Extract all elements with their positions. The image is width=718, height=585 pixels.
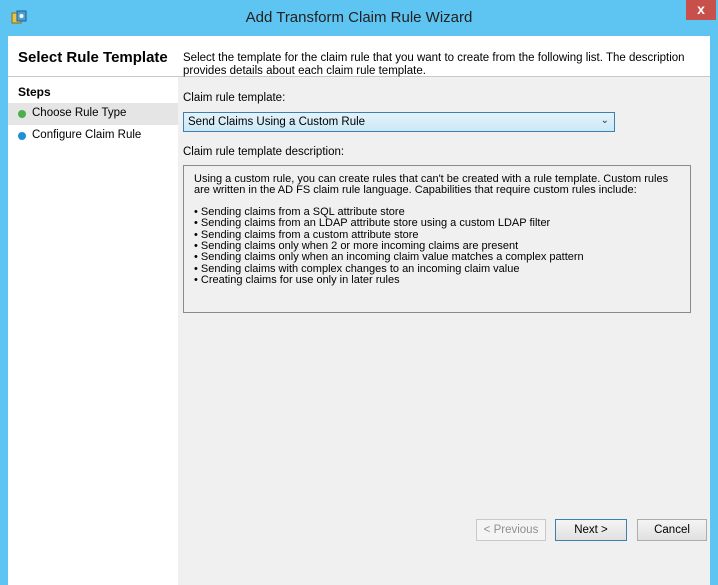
window-title: Add Transform Claim Rule Wizard xyxy=(245,9,473,26)
description-intro: Using a custom rule, you can create rule… xyxy=(194,173,669,197)
wizard-window: Add Transform Claim Rule Wizard x Select… xyxy=(0,0,718,585)
steps-title: Steps xyxy=(18,85,51,99)
page-title: Select Rule Template xyxy=(18,49,168,66)
step-choose-rule-type[interactable]: Choose Rule Type xyxy=(8,103,178,125)
step-label: Configure Claim Rule xyxy=(32,129,142,141)
next-button[interactable]: Next > xyxy=(555,519,627,541)
previous-button[interactable]: < Previous xyxy=(476,519,546,541)
close-button[interactable]: x xyxy=(686,0,716,20)
list-item: • Creating claims for use only in later … xyxy=(194,274,400,287)
steps-panel: Steps Choose Rule Type Configure Claim R… xyxy=(8,77,178,585)
title-bar[interactable]: Add Transform Claim Rule Wizard x xyxy=(0,0,718,36)
cancel-button[interactable]: Cancel xyxy=(637,519,707,541)
chevron-down-icon[interactable]: ⌄ xyxy=(601,115,609,126)
step-status-dot-icon xyxy=(18,110,26,118)
template-description-box: Using a custom rule, you can create rule… xyxy=(183,165,691,313)
capabilities-list: • Sending claims from a SQL attribute st… xyxy=(194,206,680,287)
step-configure-claim-rule[interactable]: Configure Claim Rule xyxy=(8,125,178,147)
intro-text: Select the template for the claim rule t… xyxy=(183,52,685,77)
step-status-dot-icon xyxy=(18,132,26,140)
description-label: Claim rule template description: xyxy=(183,146,345,158)
step-label: Choose Rule Type xyxy=(32,107,127,119)
button-bar: < Previous Next > Cancel xyxy=(0,519,707,543)
list-item: • Sending claims from an LDAP attribute … xyxy=(194,217,551,230)
rule-template-value: Send Claims Using a Custom Rule xyxy=(188,116,366,128)
template-label: Claim rule template: xyxy=(183,92,286,104)
rule-template-select[interactable]: Send Claims Using a Custom Rule ⌄ xyxy=(183,112,615,132)
